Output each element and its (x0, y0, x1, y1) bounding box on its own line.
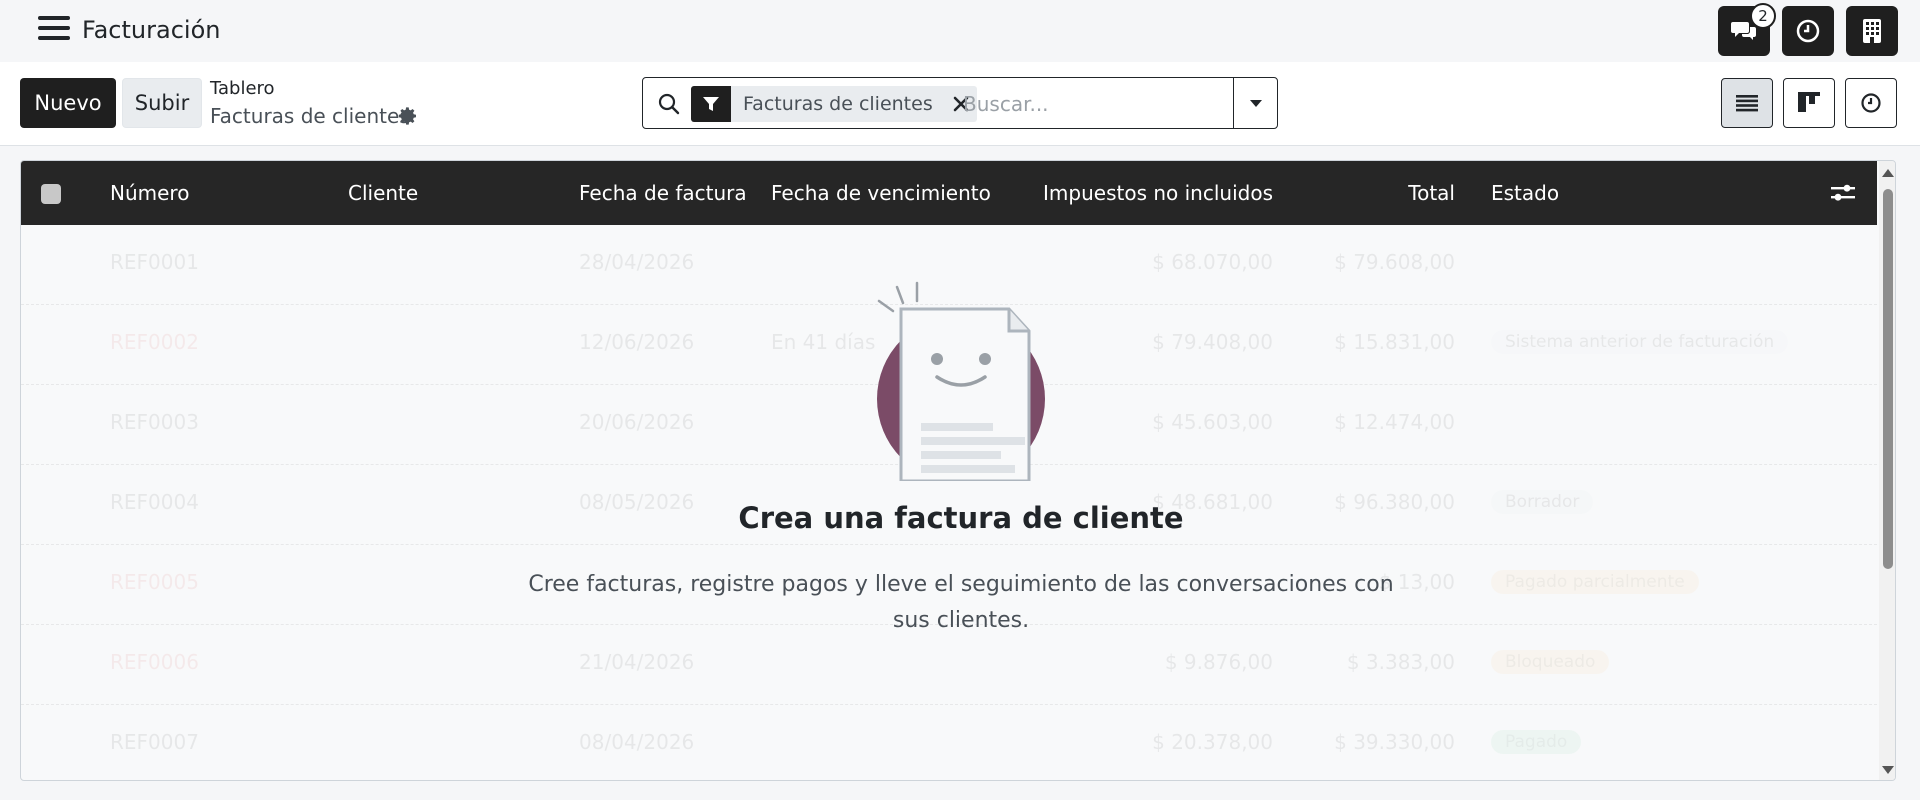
search-input[interactable] (963, 88, 1223, 120)
row-invoice-date: 08/04/2026 (579, 730, 695, 754)
row-total: $ 39.330,00 (1334, 730, 1455, 754)
breadcrumb-dashboard-link[interactable]: Tablero (210, 78, 275, 99)
list-view-button[interactable] (1721, 78, 1773, 128)
breadcrumb-current: Facturas de clientes (210, 104, 410, 128)
kanban-icon (1798, 92, 1820, 112)
scroll-thumb[interactable] (1883, 189, 1893, 569)
column-header-invoice-date[interactable]: Fecha de factura (579, 181, 747, 205)
table-row[interactable]: REF0007 08/04/2026 $ 20.378,00 $ 39.330,… (21, 705, 1877, 780)
messages-button[interactable]: 2 (1718, 3, 1776, 56)
status-badge: Pagado (1491, 730, 1582, 754)
row-untaxed: $ 68.070,00 (1152, 250, 1273, 274)
row-invoice-date: 28/04/2026 (579, 250, 695, 274)
clock-icon (1861, 93, 1881, 113)
column-header-number[interactable]: Número (110, 181, 189, 205)
row-total: $ 79.608,00 (1334, 250, 1455, 274)
column-header-status[interactable]: Estado (1491, 181, 1559, 205)
search-icon[interactable] (657, 92, 681, 116)
search-facet: Facturas de clientes (691, 86, 977, 122)
company-switcher-button[interactable] (1846, 6, 1898, 56)
column-header-customer[interactable]: Cliente (348, 181, 418, 205)
status-badge: Borrador (1491, 490, 1594, 514)
row-number: REF0004 (110, 490, 199, 514)
status-badge: Bloqueado (1491, 650, 1610, 674)
row-number: REF0002 (110, 330, 199, 354)
empty-state-description: Cree facturas, registre pagos y lleve el… (528, 572, 1394, 633)
sliders-icon[interactable] (1831, 183, 1855, 203)
row-total: $ 3.383,00 (1346, 650, 1455, 674)
upload-button[interactable]: Subir (122, 78, 202, 128)
kanban-view-button[interactable] (1783, 78, 1835, 128)
row-number: REF0007 (110, 730, 199, 754)
list-icon (1736, 95, 1758, 112)
activity-view-button[interactable] (1845, 78, 1897, 128)
top-navbar: Facturación 2 (0, 0, 1920, 62)
status-badge: Sistema anterior de facturación (1491, 330, 1789, 354)
facet-label: Facturas de clientes (743, 93, 933, 115)
invoice-document-illustration (877, 281, 1045, 481)
row-number: REF0006 (110, 650, 199, 674)
app-title[interactable]: Facturación (82, 16, 220, 44)
gear-icon[interactable] (398, 106, 418, 126)
messages-count-badge: 2 (1750, 3, 1776, 29)
activities-button[interactable] (1782, 6, 1834, 56)
control-panel: Nuevo Subir Tablero Facturas de clientes… (0, 62, 1920, 146)
new-button[interactable]: Nuevo (20, 78, 116, 128)
empty-state-title: Crea una factura de cliente (738, 501, 1184, 535)
status-badge: Pagado parcialmente (1491, 570, 1699, 594)
column-header-total[interactable]: Total (1311, 181, 1455, 205)
filter-icon (691, 86, 731, 122)
building-icon (1863, 19, 1881, 43)
select-all-checkbox[interactable] (41, 184, 61, 204)
search-options-toggle[interactable] (1233, 78, 1277, 128)
column-header-due-date[interactable]: Fecha de vencimiento (771, 181, 991, 205)
row-untaxed: $ 9.876,00 (1164, 650, 1273, 674)
row-number: REF0001 (110, 250, 199, 274)
empty-state-helper: Crea una factura de cliente Cree factura… (501, 281, 1421, 641)
column-header-untaxed[interactable]: Impuestos no incluidos (1021, 181, 1273, 205)
row-number: REF0005 (110, 570, 199, 594)
hamburger-menu-icon[interactable] (38, 16, 70, 44)
row-invoice-date: 21/04/2026 (579, 650, 695, 674)
search-bar: Facturas de clientes (642, 77, 1278, 129)
row-untaxed: $ 20.378,00 (1152, 730, 1273, 754)
row-number: REF0003 (110, 410, 199, 434)
scroll-down-arrow-icon[interactable] (1882, 766, 1894, 774)
list-scrollbar[interactable] (1879, 161, 1895, 780)
caret-down-icon (1249, 100, 1262, 107)
list-header: Número Cliente Fecha de factura Fecha de… (21, 161, 1877, 225)
scroll-up-arrow-icon[interactable] (1882, 169, 1894, 177)
clock-icon (1796, 19, 1820, 43)
invoice-list: Número Cliente Fecha de factura Fecha de… (20, 160, 1896, 781)
